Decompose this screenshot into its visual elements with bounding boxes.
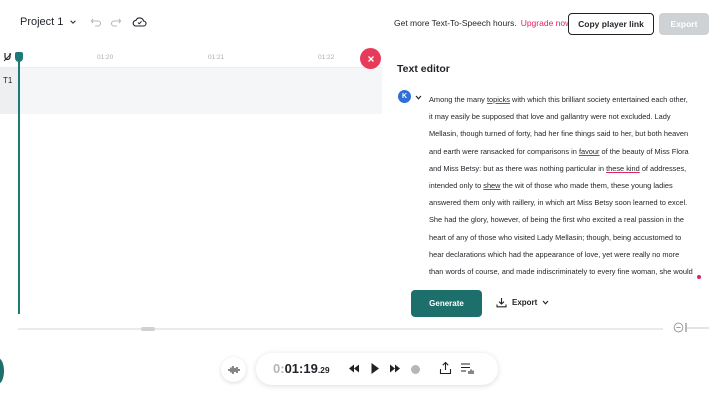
project-name: Project 1 xyxy=(20,16,64,28)
copy-player-link-button[interactable]: Copy player link xyxy=(568,13,654,35)
export-button[interactable]: Export xyxy=(659,13,709,35)
editor-text-segment: and Miss Betsy: but as there was nothing… xyxy=(429,163,607,173)
zoom-slider[interactable] xyxy=(686,327,709,329)
ruler-label: 01:22 xyxy=(318,54,335,61)
editor-text-segment: Among the many xyxy=(429,95,487,104)
waveform-button[interactable] xyxy=(221,357,246,382)
editor-line: heart of any of those who visited Lady M… xyxy=(429,229,707,246)
playback-time: 0:01:19.29 xyxy=(273,361,330,376)
play-icon[interactable] xyxy=(370,362,380,375)
promo-text: Get more Text-To-Speech hours. xyxy=(394,18,517,28)
spellcheck-word[interactable]: favour xyxy=(579,147,600,156)
editor-text-segment: of the beauty of Miss Flora xyxy=(599,146,689,156)
snap-magnet-icon[interactable] xyxy=(3,52,12,62)
spellcheck-word[interactable]: shew xyxy=(483,181,500,190)
timeline: 01:20 01:21 01:22 T1 xyxy=(0,46,382,316)
ruler-label: 01:21 xyxy=(208,54,225,61)
undo-icon[interactable] xyxy=(90,16,102,28)
editor-line: and Miss Betsy: but as there was nothing… xyxy=(429,160,707,177)
editor-line: She had the glory, however, of being the… xyxy=(429,211,707,228)
editor-line: intended only to shew the wit of those w… xyxy=(429,177,707,194)
editor-line: not presently persuade herself that this… xyxy=(429,280,707,285)
spellcheck-word[interactable]: these kind xyxy=(606,164,640,173)
share-upload-icon[interactable] xyxy=(439,361,452,375)
cloud-sync-icon[interactable] xyxy=(132,15,147,28)
project-selector[interactable]: Project 1 xyxy=(20,16,77,28)
editor-text-segment: She had the glory, however, of being the… xyxy=(429,215,684,225)
editor-line: and earth were ransacked for comparisons… xyxy=(429,143,707,160)
cursor-indicator xyxy=(697,275,701,279)
chevron-down-icon[interactable] xyxy=(415,95,422,100)
editor-text-segment: and earth were ransacked for comparisons… xyxy=(429,146,579,156)
editor-text-segment: of addresses, xyxy=(639,163,687,173)
spellcheck-word[interactable]: topicks xyxy=(487,95,510,104)
ruler-label: 01:20 xyxy=(97,54,114,61)
scrollbar-thumb[interactable] xyxy=(141,327,155,331)
editor-text-segment: heart of any of those who visited Lady M… xyxy=(429,232,682,242)
waveform-icon xyxy=(227,365,240,374)
generate-button[interactable]: Generate xyxy=(411,290,482,317)
editor-text-segment: with which this brilliant society entert… xyxy=(509,95,688,104)
close-icon xyxy=(367,55,374,62)
timeline-scrollbar[interactable] xyxy=(18,328,663,330)
track-t1[interactable] xyxy=(0,68,382,114)
editor-text-segment: intended only to xyxy=(429,181,484,191)
timeline-ruler[interactable]: 01:20 01:21 01:22 xyxy=(0,46,382,68)
download-icon xyxy=(496,298,507,308)
editor-line: it may easily be supposed that love and … xyxy=(429,108,707,125)
left-edge-button[interactable] xyxy=(0,358,4,384)
editor-line: Mellasin, though turned of forty, had he… xyxy=(429,125,707,142)
redo-icon[interactable] xyxy=(110,16,122,28)
editor-line: answered them only with raillery, in whi… xyxy=(429,194,707,211)
editor-text-segment: the wit of those who made them, these yo… xyxy=(500,181,673,191)
editor-text-segment: answered them only with raillery, in whi… xyxy=(429,198,688,208)
zoom-slider-handle[interactable] xyxy=(685,323,687,332)
chevron-down-icon xyxy=(70,20,77,24)
upgrade-link[interactable]: Upgrade now xyxy=(521,18,572,28)
export-dropdown[interactable]: Export xyxy=(496,297,549,308)
time-lead: 0: xyxy=(273,361,285,376)
playlist-settings-icon[interactable] xyxy=(460,362,475,375)
editor-text-segment: not presently persuade herself that this… xyxy=(429,284,686,285)
close-button[interactable] xyxy=(360,48,381,69)
record-button[interactable] xyxy=(411,365,420,374)
editor-text-segment: it may easily be supposed that love and … xyxy=(429,112,671,122)
editor-text-segment: hear declarations which had the appearan… xyxy=(429,249,680,259)
speaker-avatar[interactable]: K xyxy=(398,90,411,103)
editor-line: than words of course, and made indiscrim… xyxy=(429,263,707,280)
top-bar: Project 1 Get more Text-To-Speech hours.… xyxy=(0,0,709,46)
editor-line: Among the many topicks with which this b… xyxy=(429,91,707,108)
time-fraction: .29 xyxy=(317,365,330,375)
time-main: 01:19 xyxy=(284,361,318,376)
track-label: T1 xyxy=(0,68,18,114)
export-dropdown-label: Export xyxy=(512,298,538,307)
editor-text-segment: Mellasin, though turned of forty, had he… xyxy=(429,129,689,139)
promo-banner: Get more Text-To-Speech hours. Upgrade no… xyxy=(394,18,571,28)
rewind-icon[interactable] xyxy=(348,363,360,374)
chevron-down-icon xyxy=(542,300,549,305)
playhead-line xyxy=(18,52,20,314)
fast-forward-icon[interactable] xyxy=(389,363,401,374)
zoom-out-icon[interactable] xyxy=(673,322,684,333)
editor-title: Text editor xyxy=(397,63,450,75)
editor-line: hear declarations which had the appearan… xyxy=(429,246,707,263)
player-controls: 0:01:19.29 xyxy=(256,353,498,385)
playhead-handle[interactable] xyxy=(15,52,23,62)
editor-text-segment: than words of course, and made indiscrim… xyxy=(429,267,693,277)
editor-text[interactable]: Among the many topicks with which this b… xyxy=(429,91,707,285)
